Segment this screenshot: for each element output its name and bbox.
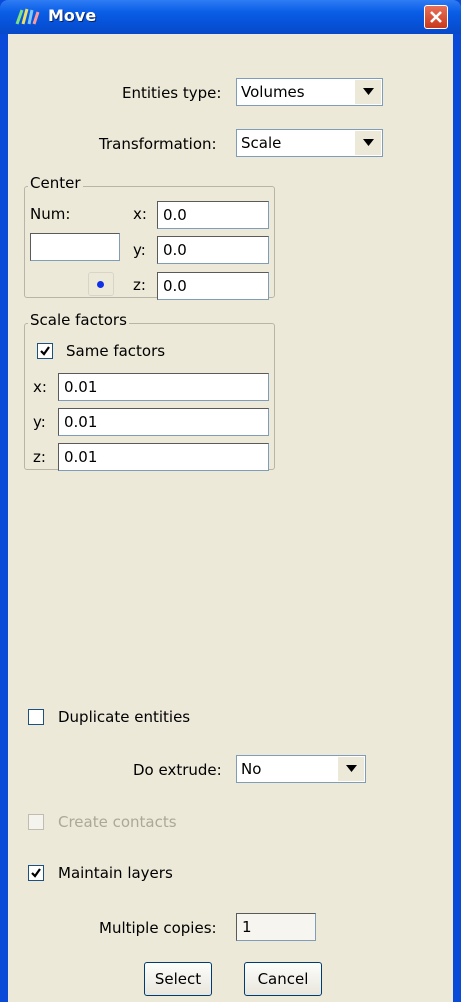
create-contacts-checkbox[interactable] xyxy=(28,814,44,830)
center-y-input[interactable]: 0.0 xyxy=(157,236,269,264)
close-icon xyxy=(430,11,442,23)
chevron-down-icon[interactable] xyxy=(355,80,381,104)
center-y-label: y: xyxy=(133,241,146,259)
chevron-down-icon[interactable] xyxy=(355,131,381,155)
chevron-down-icon[interactable] xyxy=(338,757,364,781)
dialog-body: Entities type: Volumes Transformation: S… xyxy=(8,34,453,1002)
scale-y-label: y: xyxy=(33,413,46,431)
center-z-input[interactable]: 0.0 xyxy=(157,272,269,300)
pick-point-button[interactable] xyxy=(88,272,114,296)
center-x-input[interactable]: 0.0 xyxy=(157,201,269,229)
select-button[interactable]: Select xyxy=(144,962,212,996)
scale-z-input[interactable]: 0.01 xyxy=(58,443,269,471)
center-z-label: z: xyxy=(133,276,146,294)
entities-type-label: Entities type: xyxy=(122,84,222,102)
check-icon xyxy=(40,346,50,356)
transformation-label: Transformation: xyxy=(99,135,217,153)
close-button[interactable] xyxy=(424,5,448,29)
scale-y-input[interactable]: 0.01 xyxy=(58,408,269,436)
entities-type-value: Volumes xyxy=(241,83,305,101)
duplicate-entities-checkbox[interactable] xyxy=(28,709,44,725)
move-dialog: Move Entities type: Volumes Transformati… xyxy=(0,0,461,1002)
window-title: Move xyxy=(48,6,97,25)
scale-factors-group-title: Scale factors xyxy=(28,311,129,329)
duplicate-entities-label: Duplicate entities xyxy=(58,708,191,726)
center-num-input[interactable] xyxy=(30,233,120,261)
maintain-layers-label: Maintain layers xyxy=(58,864,173,882)
same-factors-checkbox[interactable] xyxy=(37,343,53,359)
multiple-copies-input[interactable]: 1 xyxy=(236,913,316,941)
scale-x-label: x: xyxy=(33,378,47,396)
do-extrude-select[interactable]: No xyxy=(236,755,366,783)
check-icon xyxy=(31,868,41,878)
maintain-layers-checkbox[interactable] xyxy=(28,865,44,881)
point-icon xyxy=(97,281,104,288)
center-num-label: Num: xyxy=(30,205,71,223)
scale-x-input[interactable]: 0.01 xyxy=(58,373,269,401)
scale-z-label: z: xyxy=(33,448,46,466)
do-extrude-value: No xyxy=(241,760,262,778)
same-factors-label: Same factors xyxy=(66,342,166,360)
center-group-title: Center xyxy=(28,174,83,192)
create-contacts-label: Create contacts xyxy=(58,813,177,831)
do-extrude-label: Do extrude: xyxy=(133,761,222,779)
transformation-select[interactable]: Scale xyxy=(236,129,383,157)
app-icon xyxy=(15,8,40,25)
multiple-copies-label: Multiple copies: xyxy=(99,919,217,937)
entities-type-select[interactable]: Volumes xyxy=(236,78,383,106)
title-bar[interactable]: Move xyxy=(0,0,461,34)
cancel-button[interactable]: Cancel xyxy=(244,962,322,996)
center-x-label: x: xyxy=(133,205,147,223)
transformation-value: Scale xyxy=(241,134,282,152)
